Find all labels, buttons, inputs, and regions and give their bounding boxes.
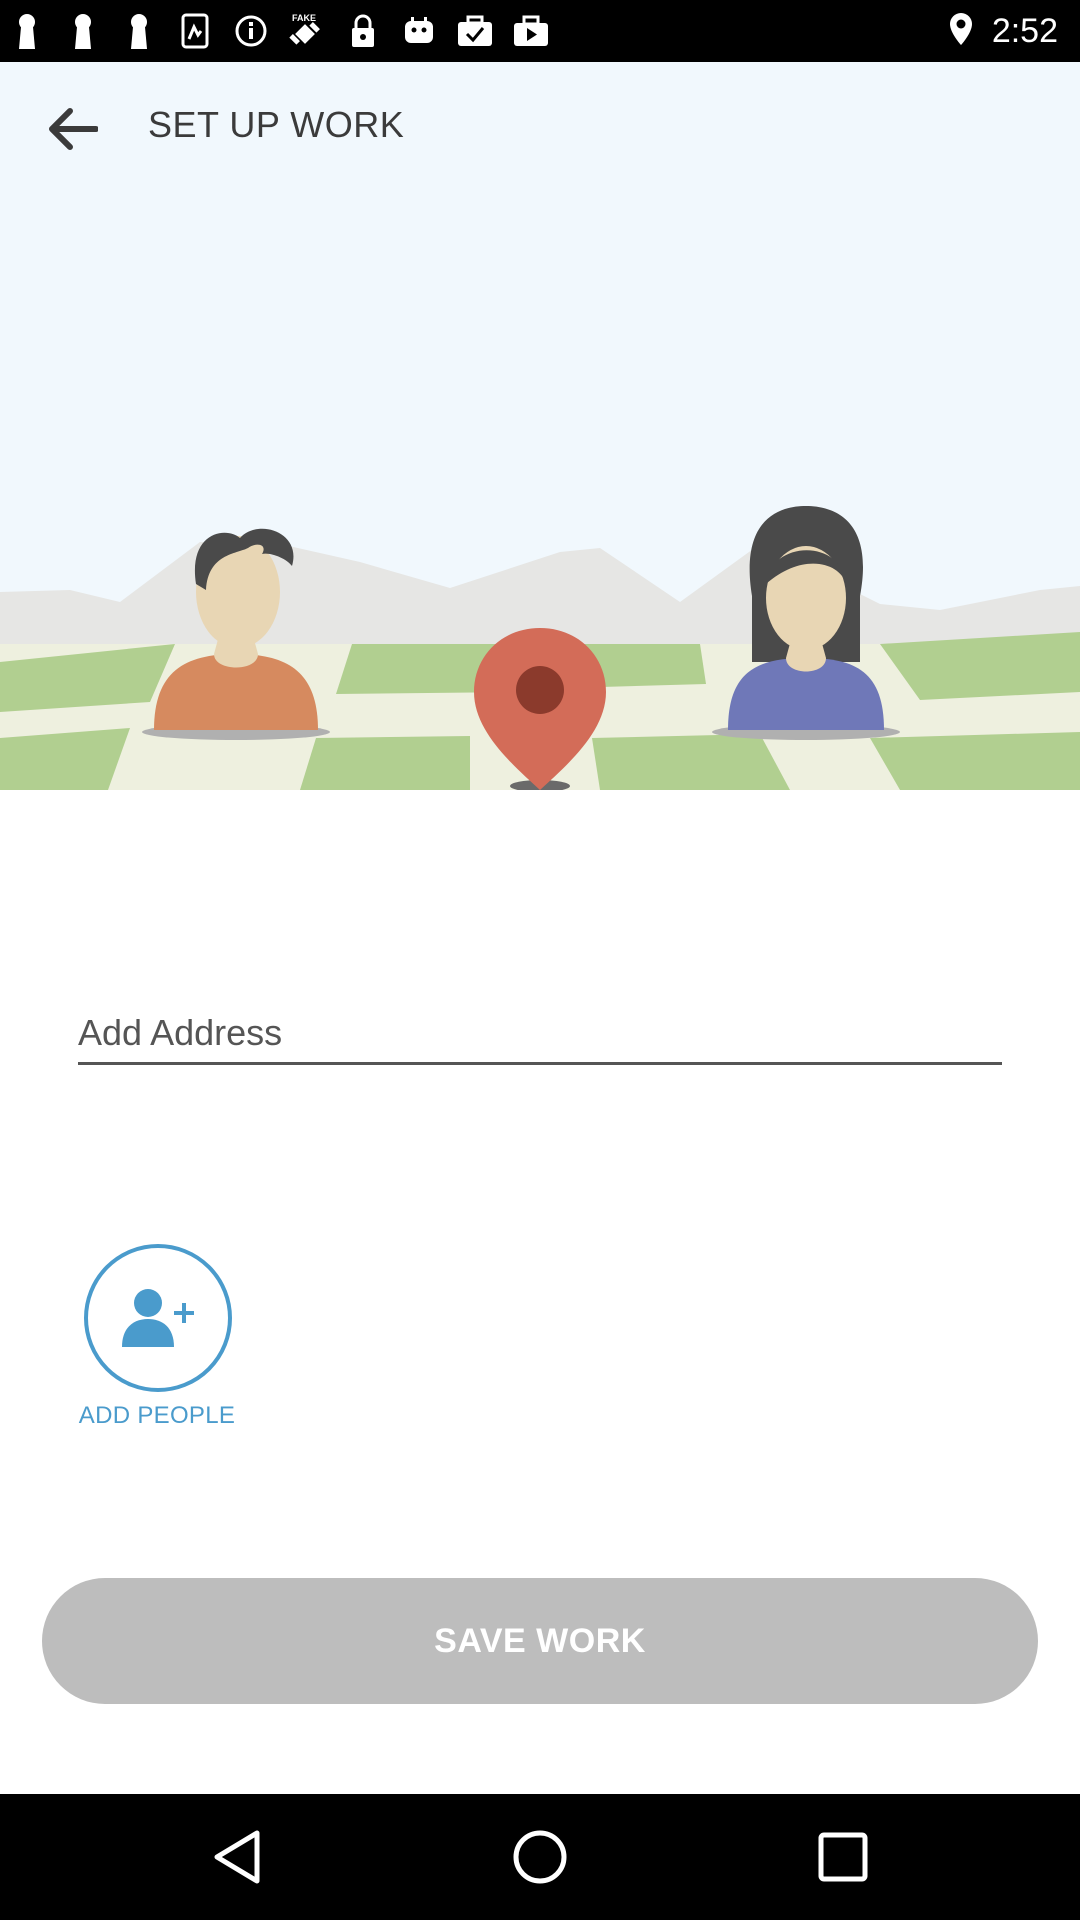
keyhole-icon: [6, 10, 48, 52]
map-illustration: [0, 192, 1080, 790]
arrow-left-icon: [49, 108, 98, 150]
file-icon: [174, 10, 216, 52]
back-triangle-icon: [214, 1830, 260, 1884]
system-nav-bar: [0, 1794, 1080, 1920]
recents-square-icon: [818, 1832, 868, 1882]
save-work-button[interactable]: SAVE WORK: [42, 1578, 1038, 1704]
add-people-label: ADD PEOPLE: [78, 1402, 236, 1429]
status-right: 2:52: [948, 8, 1058, 54]
nav-home-button[interactable]: [507, 1824, 573, 1890]
add-people-circle: [84, 1244, 232, 1392]
add-people-button[interactable]: ADD PEOPLE: [72, 1244, 242, 1434]
back-button[interactable]: [30, 92, 114, 166]
keyhole-icon: [118, 10, 160, 52]
address-field: [78, 1008, 1002, 1065]
add-person-icon: [122, 1289, 194, 1347]
check-list-icon: [454, 10, 496, 52]
android-icon: [398, 10, 440, 52]
svg-text:FAKE: FAKE: [292, 13, 316, 23]
status-time: 2:52: [991, 11, 1058, 50]
page-title: SET UP WORK: [148, 104, 405, 145]
fake-gps-icon: FAKE: [286, 10, 328, 52]
briefcase-icon: [510, 10, 552, 52]
app-header: SET UP WORK: [0, 62, 1080, 192]
home-circle-icon: [513, 1830, 567, 1884]
address-input[interactable]: [78, 1008, 1002, 1058]
lock-icon: [342, 10, 384, 52]
nav-recents-button[interactable]: [810, 1824, 876, 1890]
nav-back-button[interactable]: [204, 1824, 270, 1890]
location-pin-icon: [948, 11, 974, 52]
keyhole-icon: [62, 10, 104, 52]
info-icon: [230, 10, 272, 52]
notification-icons: FAKE: [6, 10, 552, 52]
status-bar: FAKE 2:52: [0, 0, 1080, 62]
